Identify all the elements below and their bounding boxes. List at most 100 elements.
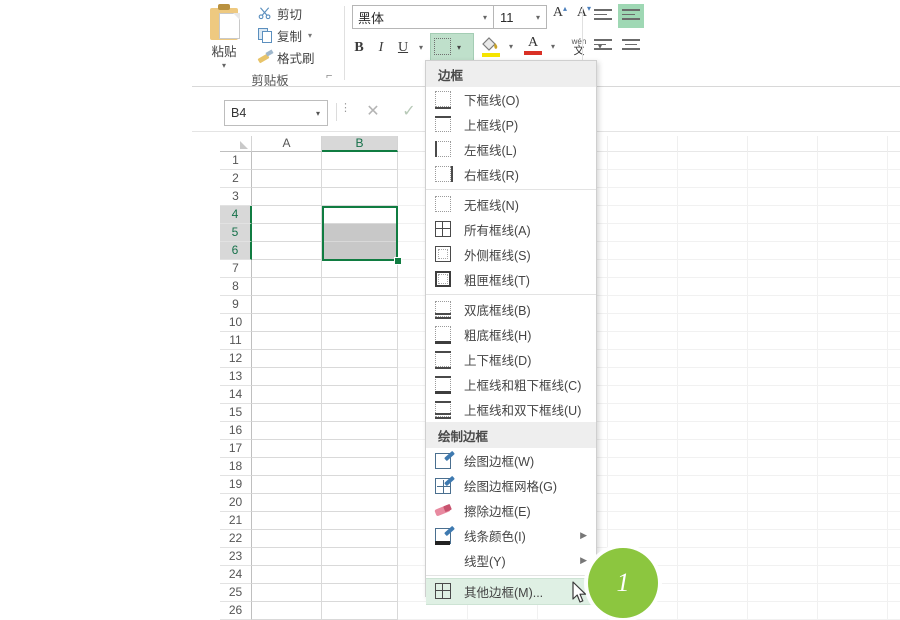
row-header-21[interactable]: 21 <box>220 512 252 530</box>
row-header-1[interactable]: 1 <box>220 152 252 170</box>
cell-H23[interactable] <box>748 548 818 566</box>
cell-I12[interactable] <box>818 350 888 368</box>
row-header-16[interactable]: 16 <box>220 422 252 440</box>
cell-G10[interactable] <box>678 314 748 332</box>
cell-B16[interactable] <box>322 422 398 440</box>
menu-item-border-top-and-double-bottom[interactable]: 上框线和双下框线(U) <box>426 397 596 422</box>
row-header-4[interactable]: 4 <box>220 206 252 224</box>
cell-H22[interactable] <box>748 530 818 548</box>
cell-G2[interactable] <box>678 170 748 188</box>
cell-B15[interactable] <box>322 404 398 422</box>
cell-J13[interactable] <box>888 368 900 386</box>
cell-G9[interactable] <box>678 296 748 314</box>
cell-B5[interactable] <box>322 224 398 242</box>
cell-F5[interactable] <box>608 224 678 242</box>
cell-F9[interactable] <box>608 296 678 314</box>
cell-G20[interactable] <box>678 494 748 512</box>
row-header-9[interactable]: 9 <box>220 296 252 314</box>
cell-G17[interactable] <box>678 440 748 458</box>
cell-A13[interactable] <box>252 368 322 386</box>
row-header-11[interactable]: 11 <box>220 332 252 350</box>
chevron-down-icon[interactable]: ▾ <box>196 62 252 70</box>
cell-I21[interactable] <box>818 512 888 530</box>
cell-H13[interactable] <box>748 368 818 386</box>
cell-B7[interactable] <box>322 260 398 278</box>
cell-H12[interactable] <box>748 350 818 368</box>
cell-B25[interactable] <box>322 584 398 602</box>
row-header-15[interactable]: 15 <box>220 404 252 422</box>
chevron-down-icon[interactable]: ▾ <box>477 13 493 22</box>
menu-item-border-bottom[interactable]: 下框线(O) <box>426 87 596 112</box>
menu-item-border-none[interactable]: 无框线(N) <box>426 192 596 217</box>
cell-A11[interactable] <box>252 332 322 350</box>
cell-J25[interactable] <box>888 584 900 602</box>
cell-J16[interactable] <box>888 422 900 440</box>
cell-I13[interactable] <box>818 368 888 386</box>
column-header-a[interactable]: A <box>252 136 322 152</box>
cell-F15[interactable] <box>608 404 678 422</box>
cell-B26[interactable] <box>322 602 398 620</box>
cell-F1[interactable] <box>608 152 678 170</box>
row-header-18[interactable]: 18 <box>220 458 252 476</box>
cell-G26[interactable] <box>678 602 748 620</box>
chevron-down-icon[interactable]: ▾ <box>309 109 327 118</box>
cell-J8[interactable] <box>888 278 900 296</box>
cell-J21[interactable] <box>888 512 900 530</box>
cell-I22[interactable] <box>818 530 888 548</box>
cell-B4[interactable] <box>322 206 398 224</box>
cell-A1[interactable] <box>252 152 322 170</box>
row-header-3[interactable]: 3 <box>220 188 252 206</box>
cell-I11[interactable] <box>818 332 888 350</box>
menu-item-border-right[interactable]: 右框线(R) <box>426 162 596 187</box>
align-middle-button[interactable] <box>618 4 644 28</box>
row-header-23[interactable]: 23 <box>220 548 252 566</box>
cell-I3[interactable] <box>818 188 888 206</box>
cell-H17[interactable] <box>748 440 818 458</box>
cell-G25[interactable] <box>678 584 748 602</box>
row-header-26[interactable]: 26 <box>220 602 252 620</box>
cell-I17[interactable] <box>818 440 888 458</box>
cell-B20[interactable] <box>322 494 398 512</box>
align-top-button[interactable] <box>590 4 616 28</box>
cell-J18[interactable] <box>888 458 900 476</box>
cell-H24[interactable] <box>748 566 818 584</box>
cell-B24[interactable] <box>322 566 398 584</box>
cell-F19[interactable] <box>608 476 678 494</box>
cell-B2[interactable] <box>322 170 398 188</box>
column-header-extra[interactable] <box>748 136 818 152</box>
cell-H8[interactable] <box>748 278 818 296</box>
cell-A17[interactable] <box>252 440 322 458</box>
fill-color-button[interactable] <box>478 33 504 61</box>
cell-J20[interactable] <box>888 494 900 512</box>
menu-item-border-left[interactable]: 左框线(L) <box>426 137 596 162</box>
cell-A21[interactable] <box>252 512 322 530</box>
font-size-combobox[interactable]: 11 ▾ <box>494 5 547 29</box>
chevron-down-icon[interactable]: ▾ <box>457 43 461 52</box>
cell-B10[interactable] <box>322 314 398 332</box>
cell-J17[interactable] <box>888 440 900 458</box>
align-center-button[interactable] <box>618 34 644 58</box>
row-header-17[interactable]: 17 <box>220 440 252 458</box>
cell-B23[interactable] <box>322 548 398 566</box>
cancel-entry-button[interactable]: ✕ <box>358 100 388 124</box>
cell-A2[interactable] <box>252 170 322 188</box>
cell-B21[interactable] <box>322 512 398 530</box>
cell-F11[interactable] <box>608 332 678 350</box>
cell-J9[interactable] <box>888 296 900 314</box>
cell-J6[interactable] <box>888 242 900 260</box>
cell-H9[interactable] <box>748 296 818 314</box>
cell-I10[interactable] <box>818 314 888 332</box>
cell-B22[interactable] <box>322 530 398 548</box>
cell-B3[interactable] <box>322 188 398 206</box>
cell-J14[interactable] <box>888 386 900 404</box>
cell-B11[interactable] <box>322 332 398 350</box>
cell-B9[interactable] <box>322 296 398 314</box>
confirm-entry-button[interactable]: ✓ <box>394 100 424 124</box>
cell-A6[interactable] <box>252 242 322 260</box>
cell-F2[interactable] <box>608 170 678 188</box>
cell-B17[interactable] <box>322 440 398 458</box>
cell-J11[interactable] <box>888 332 900 350</box>
cell-G23[interactable] <box>678 548 748 566</box>
cell-G16[interactable] <box>678 422 748 440</box>
cell-H18[interactable] <box>748 458 818 476</box>
